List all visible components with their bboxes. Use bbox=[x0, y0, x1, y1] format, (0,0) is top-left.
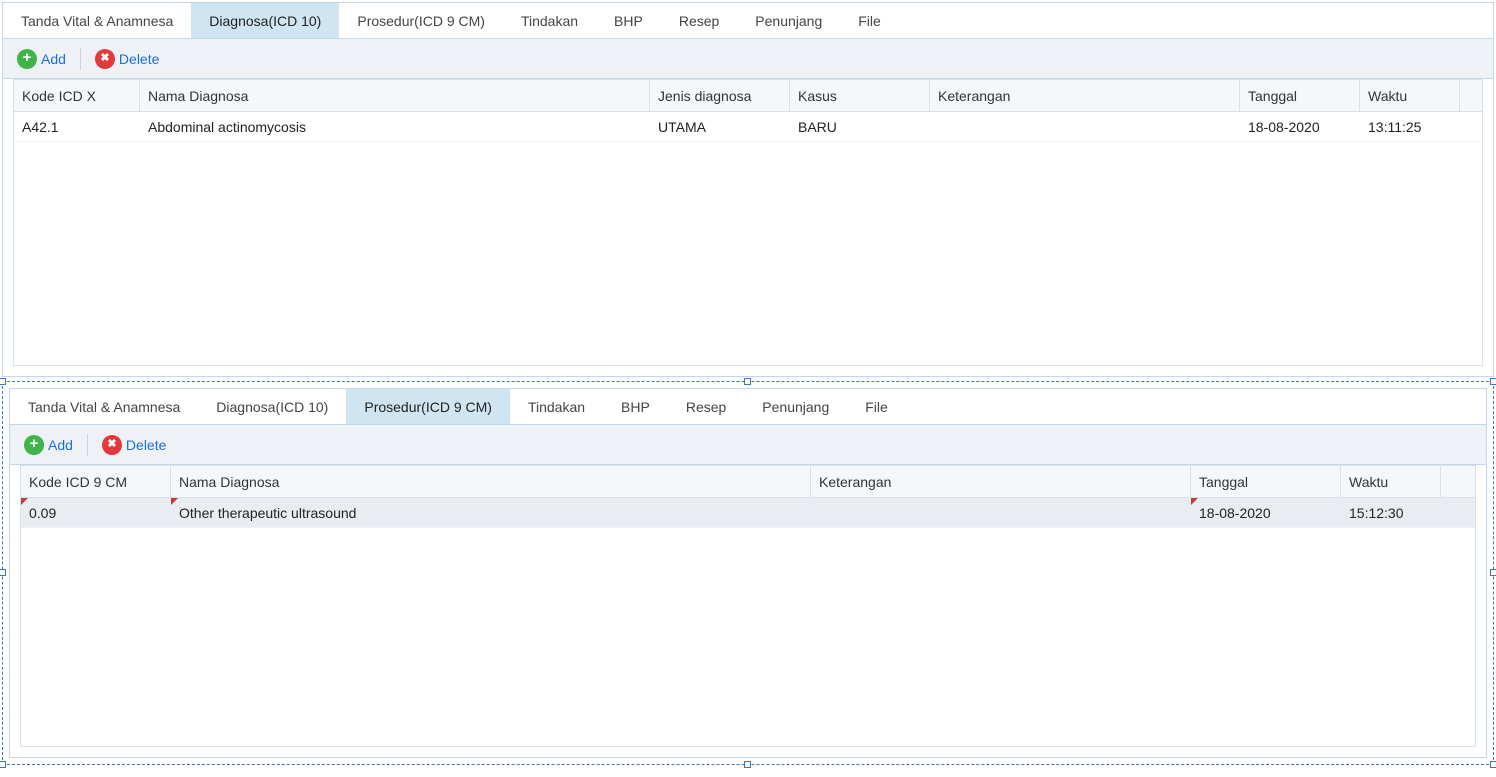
tab-penunjang[interactable]: Penunjang bbox=[737, 3, 840, 38]
col-spacer bbox=[1441, 466, 1475, 497]
designer-selection: Tanda Vital & Anamnesa Diagnosa(ICD 10) … bbox=[2, 381, 1494, 765]
grid-header: Kode ICD 9 CM Nama Diagnosa Keterangan T… bbox=[21, 466, 1475, 498]
tab-file[interactable]: File bbox=[847, 389, 906, 424]
prosedur-panel: Tanda Vital & Anamnesa Diagnosa(ICD 10) … bbox=[9, 388, 1487, 758]
delete-button[interactable]: Delete bbox=[91, 47, 163, 71]
tab-tanda-vital[interactable]: Tanda Vital & Anamnesa bbox=[3, 3, 191, 38]
add-button[interactable]: Add bbox=[13, 47, 70, 71]
cell-waktu: 15:12:30 bbox=[1341, 498, 1441, 527]
resize-handle-mid-left[interactable] bbox=[0, 569, 6, 576]
cell-nama: Abdominal actinomycosis bbox=[140, 112, 650, 141]
col-kode[interactable]: Kode ICD 9 CM bbox=[21, 466, 171, 497]
grid-header: Kode ICD X Nama Diagnosa Jenis diagnosa … bbox=[14, 80, 1482, 112]
col-jenis[interactable]: Jenis diagnosa bbox=[650, 80, 790, 111]
col-nama[interactable]: Nama Diagnosa bbox=[140, 80, 650, 111]
col-keterangan[interactable]: Keterangan bbox=[811, 466, 1191, 497]
cell-jenis: UTAMA bbox=[650, 112, 790, 141]
cell-tanggal: 18-08-2020 bbox=[1240, 112, 1360, 141]
delete-label: Delete bbox=[119, 51, 159, 67]
delete-icon bbox=[95, 49, 115, 69]
diagnosa-panel: Tanda Vital & Anamnesa Diagnosa(ICD 10) … bbox=[2, 2, 1494, 377]
table-row[interactable]: A42.1 Abdominal actinomycosis UTAMA BARU… bbox=[14, 112, 1482, 142]
cell-waktu: 13:11:25 bbox=[1360, 112, 1460, 141]
tab-resep[interactable]: Resep bbox=[661, 3, 737, 38]
tab-prosedur[interactable]: Prosedur(ICD 9 CM) bbox=[339, 3, 503, 38]
col-kasus[interactable]: Kasus bbox=[790, 80, 930, 111]
table-row[interactable]: 0.09 Other therapeutic ultrasound 18-08-… bbox=[21, 498, 1475, 528]
resize-handle-bottom-center[interactable] bbox=[744, 761, 751, 768]
col-waktu[interactable]: Waktu bbox=[1360, 80, 1460, 111]
plus-icon bbox=[17, 49, 37, 69]
resize-handle-bottom-left[interactable] bbox=[0, 761, 6, 768]
cell-kode: 0.09 bbox=[21, 498, 171, 527]
add-button[interactable]: Add bbox=[20, 433, 77, 457]
grid-container: Kode ICD 9 CM Nama Diagnosa Keterangan T… bbox=[10, 465, 1486, 757]
cell-keterangan bbox=[930, 112, 1240, 141]
add-label: Add bbox=[48, 437, 73, 453]
tab-tanda-vital[interactable]: Tanda Vital & Anamnesa bbox=[10, 389, 198, 424]
tab-diagnosa[interactable]: Diagnosa(ICD 10) bbox=[191, 3, 339, 38]
toolbar-separator bbox=[80, 48, 81, 70]
col-waktu[interactable]: Waktu bbox=[1341, 466, 1441, 497]
cell-keterangan bbox=[811, 498, 1191, 527]
col-keterangan[interactable]: Keterangan bbox=[930, 80, 1240, 111]
cell-kasus: BARU bbox=[790, 112, 930, 141]
cell-nama: Other therapeutic ultrasound bbox=[171, 498, 811, 527]
delete-button[interactable]: Delete bbox=[98, 433, 170, 457]
cell-tanggal: 18-08-2020 bbox=[1191, 498, 1341, 527]
toolbar: Add Delete bbox=[3, 39, 1493, 79]
cell-kode: A42.1 bbox=[14, 112, 140, 141]
delete-label: Delete bbox=[126, 437, 166, 453]
col-tanggal[interactable]: Tanggal bbox=[1191, 466, 1341, 497]
plus-icon bbox=[24, 435, 44, 455]
add-label: Add bbox=[41, 51, 66, 67]
toolbar: Add Delete bbox=[10, 425, 1486, 465]
tab-resep[interactable]: Resep bbox=[668, 389, 744, 424]
col-nama[interactable]: Nama Diagnosa bbox=[171, 466, 811, 497]
tab-diagnosa[interactable]: Diagnosa(ICD 10) bbox=[198, 389, 346, 424]
resize-handle-bottom-right[interactable] bbox=[1490, 761, 1496, 768]
col-kode[interactable]: Kode ICD X bbox=[14, 80, 140, 111]
toolbar-separator bbox=[87, 434, 88, 456]
tab-prosedur[interactable]: Prosedur(ICD 9 CM) bbox=[346, 389, 510, 424]
resize-handle-top-left[interactable] bbox=[0, 378, 6, 385]
resize-handle-top-center[interactable] bbox=[744, 378, 751, 385]
col-spacer bbox=[1460, 80, 1482, 111]
delete-icon bbox=[102, 435, 122, 455]
resize-handle-mid-right[interactable] bbox=[1490, 569, 1496, 576]
tabs-bar: Tanda Vital & Anamnesa Diagnosa(ICD 10) … bbox=[3, 3, 1493, 39]
tab-tindakan[interactable]: Tindakan bbox=[503, 3, 596, 38]
grid-container: Kode ICD X Nama Diagnosa Jenis diagnosa … bbox=[3, 79, 1493, 376]
resize-handle-top-right[interactable] bbox=[1490, 378, 1496, 385]
tabs-bar: Tanda Vital & Anamnesa Diagnosa(ICD 10) … bbox=[10, 389, 1486, 425]
tab-bhp[interactable]: BHP bbox=[596, 3, 661, 38]
tab-bhp[interactable]: BHP bbox=[603, 389, 668, 424]
col-tanggal[interactable]: Tanggal bbox=[1240, 80, 1360, 111]
tab-penunjang[interactable]: Penunjang bbox=[744, 389, 847, 424]
tab-tindakan[interactable]: Tindakan bbox=[510, 389, 603, 424]
tab-file[interactable]: File bbox=[840, 3, 899, 38]
